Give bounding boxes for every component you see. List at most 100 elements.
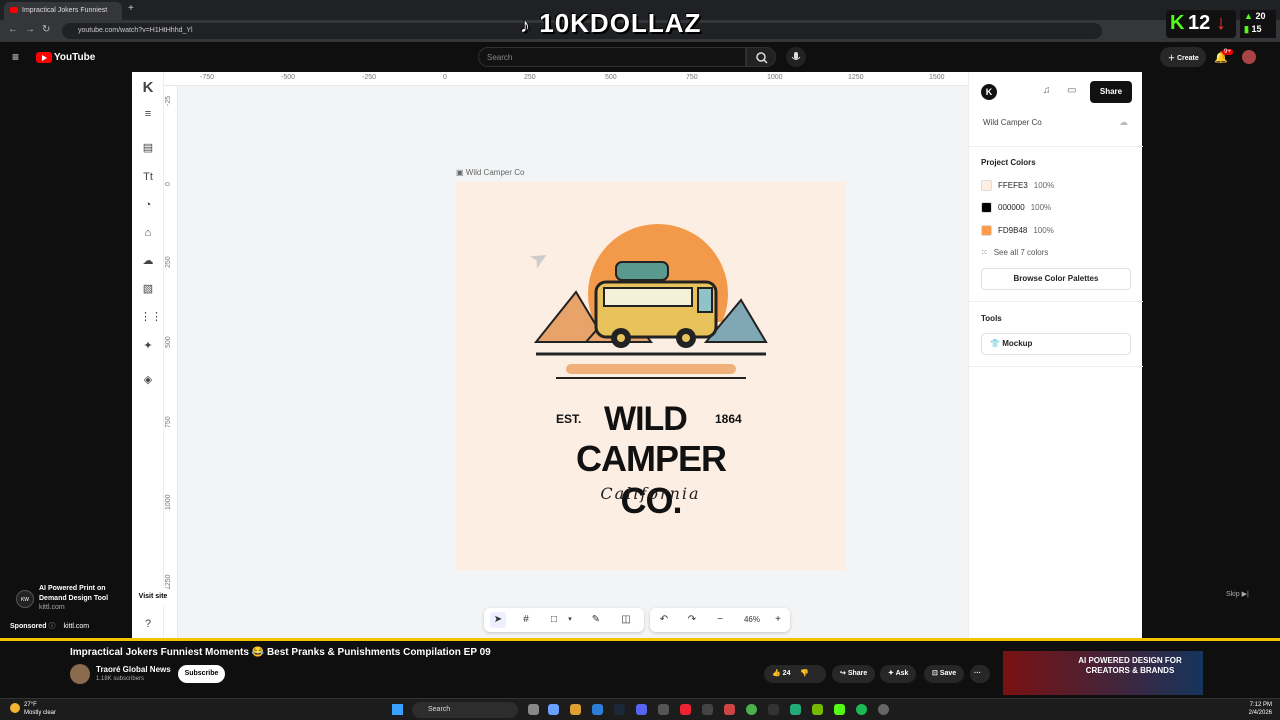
edge-icon[interactable] — [592, 704, 603, 715]
share-video-button[interactable]: ↪ Share — [832, 665, 876, 683]
shapes-icon[interactable]: ◔ — [140, 197, 156, 213]
stats-overlay: ▲ 20 ▮ 15 — [1240, 10, 1276, 38]
color-row[interactable]: FD9B48 100% — [981, 225, 1054, 236]
shape-tool-icon[interactable]: □ — [546, 612, 562, 628]
upload-icon[interactable]: ☁ — [140, 253, 156, 269]
templates-icon[interactable]: ▤ — [140, 140, 156, 156]
select-tool-icon[interactable]: ➤ — [490, 612, 506, 628]
zoom-in-button[interactable]: + — [770, 612, 786, 628]
save-button[interactable]: ⊡ Save — [924, 665, 965, 683]
app-icon[interactable] — [724, 704, 735, 715]
reload-icon[interactable]: ↻ — [42, 24, 50, 35]
advertiser-logo[interactable]: KW — [16, 590, 34, 608]
logo-script-text[interactable]: California — [456, 484, 845, 503]
ruler-tick-label: 1500 — [929, 74, 945, 81]
elements-icon[interactable]: ⌂ — [140, 225, 156, 241]
logo-est-text[interactable]: EST. — [556, 412, 581, 426]
menu-icon[interactable]: ≡ — [12, 50, 19, 64]
app-icon[interactable] — [702, 704, 713, 715]
pattern-icon[interactable]: ⋮⋮ — [140, 309, 162, 325]
grid-dots-icon: ⁙ — [981, 248, 988, 257]
sponsored-domain: kittl.com — [63, 623, 90, 630]
ai-sparkle-icon[interactable]: ✦ — [140, 338, 156, 354]
chrome-icon[interactable] — [746, 704, 757, 715]
kick-icon[interactable] — [834, 704, 845, 715]
browser-tab[interactable]: Impractical Jokers Funniest — [4, 2, 122, 20]
undo-icon[interactable]: ↶ — [656, 612, 672, 628]
color-row[interactable]: FFEFE3 100% — [981, 180, 1054, 191]
app-icon[interactable] — [658, 704, 669, 715]
project-name[interactable]: Wild Camper Co — [983, 118, 1042, 127]
ad-progress-bar[interactable] — [0, 638, 1280, 641]
present-icon[interactable]: ▭ — [1067, 85, 1076, 96]
right-properties-panel: K ♫ ▭ Share Wild Camper Co ☁ Project Col… — [968, 72, 1143, 638]
see-all-colors-link[interactable]: ⁙ See all 7 colors — [981, 248, 1048, 257]
microphone-icon[interactable] — [786, 47, 806, 67]
logo-wild-text[interactable]: WILD — [604, 400, 688, 439]
cloud-saved-icon: ☁ — [1119, 117, 1128, 127]
skip-ad-button[interactable]: Skip ▶| — [1226, 590, 1249, 598]
tshirt-icon: 👕 — [990, 339, 1003, 348]
forward-icon[interactable]: → — [25, 24, 35, 35]
channel-name[interactable]: Traoré Global News — [96, 665, 171, 674]
windows-start-icon[interactable] — [392, 704, 403, 715]
logo-year-text[interactable]: 1864 — [715, 412, 742, 426]
channel-avatar[interactable] — [70, 664, 90, 684]
subscribe-button[interactable]: Subscribe — [178, 665, 225, 683]
pen-tool-icon[interactable]: ✎ — [588, 612, 604, 628]
notification-bell-icon[interactable]: ♫ — [1043, 85, 1051, 96]
create-button[interactable]: ＋ Create — [1160, 47, 1206, 67]
sticker-tool-icon[interactable]: ◫ — [618, 612, 634, 628]
app-icon[interactable] — [790, 704, 801, 715]
color-swatch[interactable] — [981, 180, 992, 191]
steam-icon[interactable] — [614, 704, 625, 715]
ask-button[interactable]: ✦ Ask — [880, 665, 917, 683]
image-icon[interactable]: ▧ — [140, 281, 156, 297]
thumbs-down-icon[interactable]: 👎 — [800, 670, 809, 677]
file-explorer-icon[interactable] — [570, 704, 581, 715]
youtube-logo[interactable]: YouTube — [36, 51, 95, 63]
app-icon[interactable] — [878, 704, 889, 715]
more-actions-button[interactable]: ··· — [970, 665, 990, 683]
menu-icon[interactable]: ≡ — [140, 106, 156, 122]
save-label: Save — [939, 670, 957, 677]
ad-title[interactable]: AI Powered Print on Demand Design Tool — [39, 584, 108, 604]
text-icon[interactable]: Tt — [140, 169, 156, 185]
new-tab-icon[interactable]: + — [128, 3, 134, 14]
weather-widget[interactable]: 27°F Mostly clear — [10, 701, 56, 717]
kittl-logo-icon[interactable]: K — [140, 80, 156, 96]
browse-color-palettes-button[interactable]: Browse Color Palettes — [981, 268, 1131, 290]
discord-icon[interactable] — [636, 704, 647, 715]
taskbar-search[interactable]: Search — [412, 702, 518, 718]
youtube-search-input[interactable]: Search — [478, 47, 746, 67]
info-icon[interactable]: ⓘ — [49, 623, 58, 630]
like-button[interactable]: 👍 24 — [772, 670, 790, 677]
zoom-level[interactable]: 46% — [736, 612, 768, 628]
mockup-button[interactable]: 👕 Mockup — [981, 333, 1131, 355]
kittl-avatar-icon[interactable]: K — [981, 84, 997, 100]
system-clock[interactable]: 7:12 PM 2/4/2026 — [1238, 701, 1272, 717]
app-icon[interactable] — [680, 704, 691, 715]
logo-camper-text[interactable]: CAMPER CO. — [542, 438, 760, 522]
artboard[interactable]: EST. WILD 1864 CAMPER CO. California — [456, 182, 845, 570]
visit-site-button[interactable]: Visit site — [132, 588, 174, 606]
spotify-icon[interactable] — [856, 704, 867, 715]
color-swatch[interactable] — [981, 202, 992, 213]
nvidia-icon[interactable] — [812, 704, 823, 715]
chevron-down-icon[interactable]: ▾ — [562, 612, 578, 628]
task-view-icon[interactable] — [528, 704, 539, 715]
redo-icon[interactable]: ↷ — [684, 612, 700, 628]
color-swatch[interactable] — [981, 225, 992, 236]
layers-icon[interactable]: ◈ — [140, 372, 156, 388]
app-icon[interactable] — [768, 704, 779, 715]
design-canvas[interactable]: ▣ Wild Camper Co EST. WILD 1864 CAMPER C… — [178, 86, 968, 638]
zoom-out-button[interactable]: − — [712, 612, 728, 628]
frame-tool-icon[interactable]: # — [518, 612, 534, 628]
back-icon[interactable]: ← — [8, 24, 18, 35]
copilot-icon[interactable] — [548, 704, 559, 715]
artboard-label[interactable]: ▣ Wild Camper Co — [456, 168, 524, 177]
share-button[interactable]: Share — [1090, 81, 1132, 103]
avatar[interactable] — [1242, 50, 1256, 64]
color-row[interactable]: 000000 100% — [981, 202, 1051, 213]
youtube-search-button[interactable] — [746, 47, 776, 67]
